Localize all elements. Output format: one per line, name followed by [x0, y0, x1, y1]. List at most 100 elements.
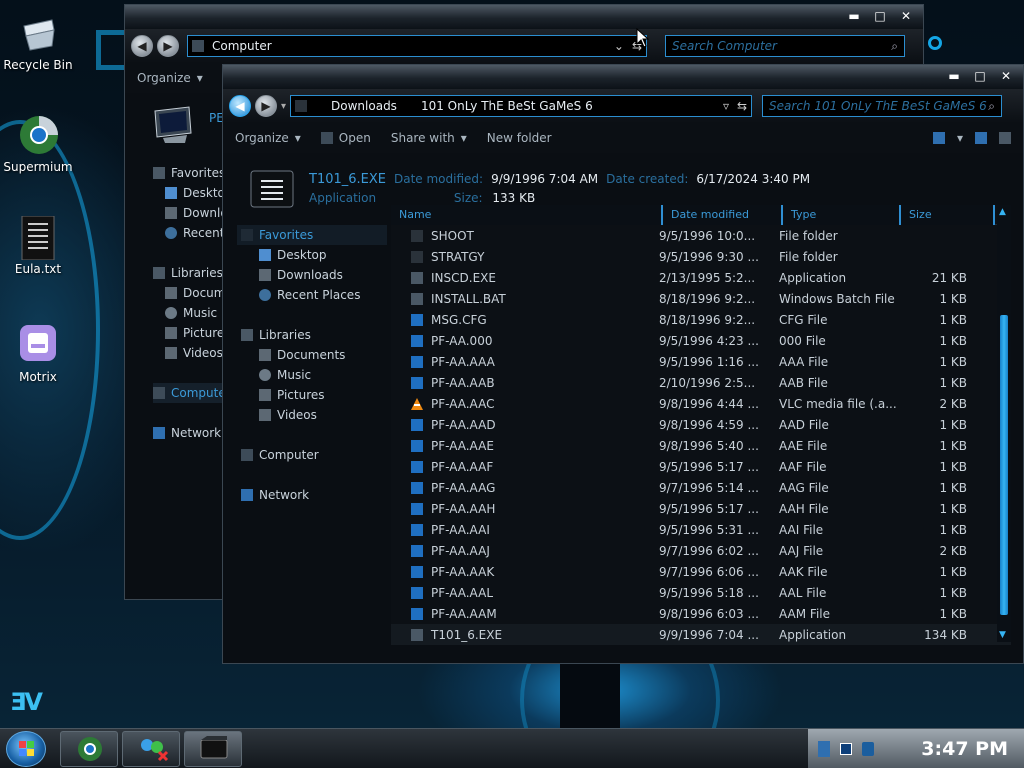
table-row[interactable]: PF-AA.AAJ 9/7/1996 6:02 ... AAJ File 2 KB	[391, 540, 1011, 561]
nav-item-recent-places[interactable]: Recent Places	[237, 285, 387, 305]
table-row[interactable]: PF-AA.AAL 9/5/1996 5:18 ... AAL File 1 KB	[391, 582, 1011, 603]
app-icon	[411, 628, 423, 641]
volume-icon[interactable]	[862, 742, 874, 756]
table-row[interactable]: PF-AA.000 9/5/1996 4:23 ... 000 File 1 KB	[391, 330, 1011, 351]
window-titlebar[interactable]: ▬ □ ✕	[125, 5, 923, 29]
file-list-header: Name Date modified Type Size	[391, 205, 1011, 225]
table-row[interactable]: PF-AA.AAI 9/5/1996 5:31 ... AAI File 1 KB	[391, 519, 1011, 540]
file-type: AAH File	[779, 501, 829, 516]
column-header-type[interactable]: Type	[783, 205, 901, 225]
desktop-icon-motrix[interactable]: Motrix	[0, 324, 76, 384]
network-status-icon[interactable]	[840, 743, 852, 755]
app-icon	[411, 271, 423, 284]
desktop-icon-label: Recycle Bin	[3, 58, 73, 72]
search-box[interactable]: Search Computer ⌕	[665, 35, 905, 57]
taskbar-button-explorer[interactable]	[184, 731, 242, 767]
address-field[interactable]: Computer ⌄ ⇆	[187, 35, 647, 57]
table-row[interactable]: PF-AA.AAD 9/8/1996 4:59 ... AAD File 1 KB	[391, 414, 1011, 435]
table-row[interactable]: INSTALL.BAT 8/18/1996 9:2... Windows Batch…	[391, 288, 1011, 309]
column-header-size[interactable]: Size	[901, 205, 995, 225]
file-date: 2/13/1995 5:2...	[659, 270, 756, 285]
table-row[interactable]: STRATGY 9/5/1996 9:30 ... File folder	[391, 246, 1011, 267]
forward-button[interactable]: ▶	[255, 95, 277, 117]
chevron-down-icon: ▾	[196, 71, 203, 85]
minimize-button[interactable]: ▬	[947, 69, 961, 83]
table-row[interactable]: PF-AA.AAA 9/5/1996 1:16 ... AAA File 1 KB	[391, 351, 1011, 372]
desktop-icon-supermium[interactable]: Supermium	[0, 114, 76, 174]
preview-pane-icon[interactable]	[975, 132, 987, 144]
maximize-button[interactable]: □	[973, 69, 987, 83]
search-box[interactable]: Search 101 OnLy ThE BeSt GaMeS 6 ⌕	[762, 95, 1003, 117]
table-row[interactable]: INSCD.EXE 2/13/1995 5:2... Application 21 K…	[391, 267, 1011, 288]
desktop-icon-eula[interactable]: Eula.txt	[0, 215, 76, 276]
close-button[interactable]: ✕	[999, 69, 1013, 83]
scroll-up-icon[interactable]: ▲	[999, 207, 1006, 217]
forward-button[interactable]: ▶	[157, 35, 179, 57]
taskbar-clock[interactable]: 3:47 PM	[921, 738, 1008, 760]
close-button[interactable]: ✕	[899, 9, 913, 23]
taskbar-button-browser[interactable]	[60, 731, 118, 767]
table-row[interactable]: PF-AA.AAC 9/8/1996 4:44 ... VLC media file…	[391, 393, 1011, 414]
chevron-down-icon[interactable]: ⌄	[614, 39, 624, 53]
nav-item-pictures[interactable]: Pictures	[237, 385, 387, 405]
nav-group-favorites[interactable]: Favorites	[237, 225, 387, 245]
recent-pages-chevron-icon[interactable]: ▾	[281, 101, 286, 112]
table-row[interactable]: SHOOT 9/5/1996 10:0... File folder	[391, 225, 1011, 246]
column-header-name[interactable]: Name	[391, 205, 663, 225]
nav-label: Deskto	[183, 186, 225, 200]
nav-item-documents[interactable]: Documents	[237, 345, 387, 365]
table-row[interactable]: PF-AA.AAE 9/8/1996 5:40 ... AAE File 1 KB	[391, 435, 1011, 456]
nav-item-music[interactable]: Music	[237, 365, 387, 385]
share-with-button[interactable]: Share with ▾	[391, 131, 467, 145]
nav-item-network[interactable]: Network	[237, 485, 387, 505]
file-date: 9/7/1996 6:06 ...	[659, 564, 759, 579]
file-date: 9/5/1996 1:16 ...	[659, 354, 759, 369]
table-row[interactable]: MSG.CFG 8/18/1996 9:2... CFG File 1 KB	[391, 309, 1011, 330]
organize-button[interactable]: Organize ▾	[235, 131, 301, 145]
window-titlebar[interactable]: ▬ □ ✕	[223, 65, 1023, 89]
maximize-button[interactable]: □	[873, 9, 887, 23]
nav-item-videos[interactable]: Videos	[237, 405, 387, 425]
column-header-date-modified[interactable]: Date modified	[663, 205, 783, 225]
back-button[interactable]: ◀	[131, 35, 153, 57]
breadcrumb-game-folder[interactable]: 101 OnLy ThE BeSt GaMeS 6	[421, 99, 593, 113]
chevron-down-icon[interactable]: ▿	[723, 99, 729, 113]
table-row[interactable]: PF-AA.AAM 9/8/1996 6:03 ... AAM File 1 KB	[391, 603, 1011, 624]
open-button[interactable]: Open	[320, 131, 371, 145]
chevron-down-icon[interactable]: ▾	[957, 131, 963, 145]
start-button[interactable]	[6, 731, 46, 767]
action-center-icon[interactable]	[818, 741, 830, 757]
address-field[interactable]: Downloads 101 OnLy ThE BeSt GaMeS 6 ▿ ⇆	[290, 95, 753, 117]
file-type: AAJ File	[779, 543, 824, 558]
explorer-window-downloads[interactable]: ▬ □ ✕ ◀ ▶ ▾ Downloads 101 OnLy ThE BeSt …	[222, 64, 1024, 664]
taskbar-button-network-app[interactable]	[122, 731, 180, 767]
nav-item-downloads[interactable]: Downloads	[237, 265, 387, 285]
nav-item-desktop[interactable]: Desktop	[237, 245, 387, 265]
desktop-icon-recycle-bin[interactable]: Recycle Bin	[0, 12, 76, 72]
nav-group-libraries[interactable]: Libraries	[237, 325, 387, 345]
minimize-button[interactable]: ▬	[847, 9, 861, 23]
organize-button[interactable]: Organize ▾	[137, 71, 203, 85]
file-date: 8/18/1996 9:2...	[659, 312, 756, 327]
scroll-down-icon[interactable]: ▼	[999, 630, 1006, 640]
file-date: 9/5/1996 4:23 ...	[659, 333, 759, 348]
documents-icon	[259, 349, 271, 361]
table-row[interactable]: PF-AA.AAK 9/7/1996 6:06 ... AAK File 1 KB	[391, 561, 1011, 582]
back-button[interactable]: ◀	[229, 95, 251, 117]
table-row[interactable]: PF-AA.AAG 9/7/1996 5:14 ... AAG File 1 KB	[391, 477, 1011, 498]
table-row[interactable]: T101_6.EXE 9/9/1996 7:04 ... Application 13…	[391, 624, 1011, 645]
table-row[interactable]: PF-AA.AAH 9/5/1996 5:17 ... AAH File 1 KB	[391, 498, 1011, 519]
scrollbar-thumb[interactable]	[1000, 315, 1008, 615]
nav-item-computer[interactable]: Computer	[237, 445, 387, 465]
help-icon[interactable]	[999, 132, 1011, 144]
refresh-icon[interactable]: ⇆	[737, 99, 747, 113]
nav-label: Computer	[259, 448, 319, 462]
network-app-icon	[141, 739, 169, 762]
breadcrumb-downloads[interactable]: Downloads	[331, 99, 397, 113]
file-icon	[411, 355, 423, 368]
table-row[interactable]: PF-AA.AAF 9/5/1996 5:17 ... AAF File 1 KB	[391, 456, 1011, 477]
vertical-scrollbar[interactable]: ▲ ▼	[997, 205, 1011, 642]
view-options-icon[interactable]	[932, 132, 945, 144]
new-folder-button[interactable]: New folder	[487, 131, 552, 145]
table-row[interactable]: PF-AA.AAB 2/10/1996 2:5... AAB File 1 KB	[391, 372, 1011, 393]
